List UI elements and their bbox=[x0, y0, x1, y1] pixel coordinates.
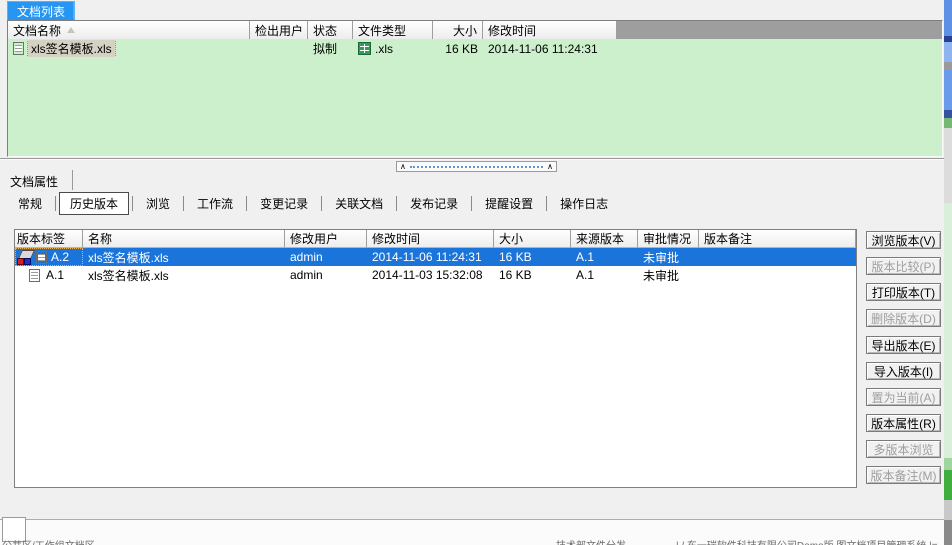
column-header-modified-time[interactable]: 修改时间 bbox=[483, 21, 617, 39]
set-current-button: 置为当前(A) bbox=[866, 388, 941, 406]
document-modified-time: 2014-11-06 11:24:31 bbox=[483, 42, 617, 56]
version-name: xls签名模板.xls bbox=[83, 248, 285, 266]
compare-version-button: 版本比较(P) bbox=[866, 257, 941, 275]
tab-divider bbox=[72, 170, 73, 190]
tab-browse[interactable]: 浏览 bbox=[136, 193, 180, 214]
statusbar-right-text: | / 东一瑞软件科技有限公司Demo版 图文档项目管理系统 |= bbox=[676, 537, 938, 545]
column-header-doc-name[interactable]: 文档名称 bbox=[8, 21, 250, 39]
version-properties-button[interactable]: 版本属性(R) bbox=[866, 414, 941, 432]
document-icon bbox=[29, 269, 40, 282]
tab-reminder-settings[interactable]: 提醒设置 bbox=[475, 193, 543, 214]
document-row[interactable]: xls签名模板.xls 拟制 .xls 16 KB 2014-11-06 11:… bbox=[8, 39, 942, 58]
document-status: 拟制 bbox=[308, 40, 353, 57]
collapse-up-icon[interactable]: ∧ bbox=[400, 163, 406, 171]
version-time: 2014-11-03 15:32:08 bbox=[367, 266, 494, 284]
version-approval: 未审批 bbox=[638, 248, 699, 266]
column-header-version-tag[interactable]: 版本标签 bbox=[15, 230, 83, 248]
column-header-name[interactable]: 名称 bbox=[83, 230, 285, 248]
version-user: admin bbox=[285, 248, 367, 266]
delete-version-button: 删除版本(D) bbox=[866, 309, 941, 327]
current-version-icon bbox=[17, 250, 34, 265]
version-note bbox=[699, 266, 856, 284]
statusbar-center-text: 技术部文件分发 bbox=[556, 537, 626, 545]
print-version-button[interactable]: 打印版本(T) bbox=[866, 283, 941, 301]
column-header-filler bbox=[617, 21, 942, 39]
sort-ascending-icon bbox=[67, 27, 75, 33]
multi-version-browse-button: 多版本浏览 bbox=[866, 440, 941, 458]
version-size: 16 KB bbox=[494, 248, 571, 266]
column-header-approval-status[interactable]: 审批情况 bbox=[638, 230, 699, 248]
tab-related-documents[interactable]: 关联文档 bbox=[325, 193, 393, 214]
version-note-button: 版本备注(M) bbox=[866, 466, 941, 484]
document-icon bbox=[36, 251, 47, 264]
column-header-size[interactable]: 大小 bbox=[494, 230, 571, 248]
tab-operation-log[interactable]: 操作日志 bbox=[550, 193, 618, 214]
import-version-button[interactable]: 导入版本(I) bbox=[866, 362, 941, 380]
statusbar-left-text: 公共区/工作组文档区 bbox=[2, 537, 95, 545]
tab-document-list[interactable]: 文档列表 bbox=[7, 1, 75, 20]
column-header-size[interactable]: 大小 bbox=[433, 21, 483, 39]
horizontal-separator-highlight bbox=[0, 159, 952, 160]
tab-document-list-label: 文档列表 bbox=[17, 3, 65, 20]
column-header-version-note[interactable]: 版本备注 bbox=[699, 230, 856, 248]
pane-splitter[interactable]: ∧ ∧ bbox=[396, 161, 557, 172]
version-tag: A.2 bbox=[51, 250, 69, 264]
collapse-up-icon[interactable]: ∧ bbox=[547, 163, 553, 171]
version-approval: 未审批 bbox=[638, 266, 699, 284]
version-source: A.1 bbox=[571, 266, 638, 284]
version-row[interactable]: A.1 xls签名模板.xls admin 2014-11-03 15:32:0… bbox=[15, 266, 856, 284]
tab-divider bbox=[73, 2, 74, 19]
column-header-file-type[interactable]: 文件类型 bbox=[353, 21, 433, 39]
column-header-checkout-user[interactable]: 检出用户 bbox=[250, 21, 308, 39]
version-table: 版本标签 名称 修改用户 修改时间 大小 来源版本 审批情况 版本备注 A.2 … bbox=[14, 229, 857, 488]
excel-file-icon bbox=[358, 42, 371, 55]
document-icon bbox=[13, 42, 24, 55]
version-source: A.1 bbox=[571, 248, 638, 266]
tab-change-records[interactable]: 变更记录 bbox=[250, 193, 318, 214]
tab-publish-records[interactable]: 发布记录 bbox=[400, 193, 468, 214]
version-user: admin bbox=[285, 266, 367, 284]
splitter-grip[interactable] bbox=[410, 166, 543, 168]
column-header-status[interactable]: 状态 bbox=[308, 21, 353, 39]
tab-history-versions[interactable]: 历史版本 bbox=[59, 192, 129, 215]
column-header-modified-time[interactable]: 修改时间 bbox=[367, 230, 494, 248]
document-size: 16 KB bbox=[433, 42, 483, 56]
document-list-header: 文档名称 检出用户 状态 文件类型 大小 修改时间 bbox=[8, 21, 942, 39]
version-time: 2014-11-06 11:24:31 bbox=[367, 248, 494, 266]
column-header-modified-user[interactable]: 修改用户 bbox=[285, 230, 367, 248]
tab-document-properties[interactable]: 文档属性 bbox=[10, 172, 58, 190]
version-name: xls签名模板.xls bbox=[83, 266, 285, 284]
version-size: 16 KB bbox=[494, 266, 571, 284]
app-window: 文档列表 文档名称 检出用户 状态 文件类型 大小 修改时间 xls签名模板.x… bbox=[0, 0, 952, 545]
tab-general[interactable]: 常规 bbox=[8, 193, 52, 214]
properties-tab-bar: 常规 历史版本 浏览 工作流 变更记录 关联文档 发布记录 提醒设置 操作日志 bbox=[8, 192, 618, 215]
right-edge-scrollbar[interactable] bbox=[944, 0, 952, 545]
version-tag: A.1 bbox=[46, 268, 64, 282]
export-version-button[interactable]: 导出版本(E) bbox=[866, 336, 941, 354]
column-header-source-version[interactable]: 来源版本 bbox=[571, 230, 638, 248]
browse-version-button[interactable]: 浏览版本(V) bbox=[866, 231, 941, 249]
document-file-type: .xls bbox=[375, 42, 393, 56]
version-row[interactable]: A.2 xls签名模板.xls admin 2014-11-06 11:24:3… bbox=[15, 248, 856, 266]
document-list-panel: 文档名称 检出用户 状态 文件类型 大小 修改时间 xls签名模板.xls 拟制… bbox=[7, 20, 943, 157]
version-note bbox=[699, 248, 856, 266]
version-table-header: 版本标签 名称 修改用户 修改时间 大小 来源版本 审批情况 版本备注 bbox=[15, 230, 856, 248]
document-name[interactable]: xls签名模板.xls bbox=[28, 40, 115, 57]
tab-workflow[interactable]: 工作流 bbox=[187, 193, 243, 214]
